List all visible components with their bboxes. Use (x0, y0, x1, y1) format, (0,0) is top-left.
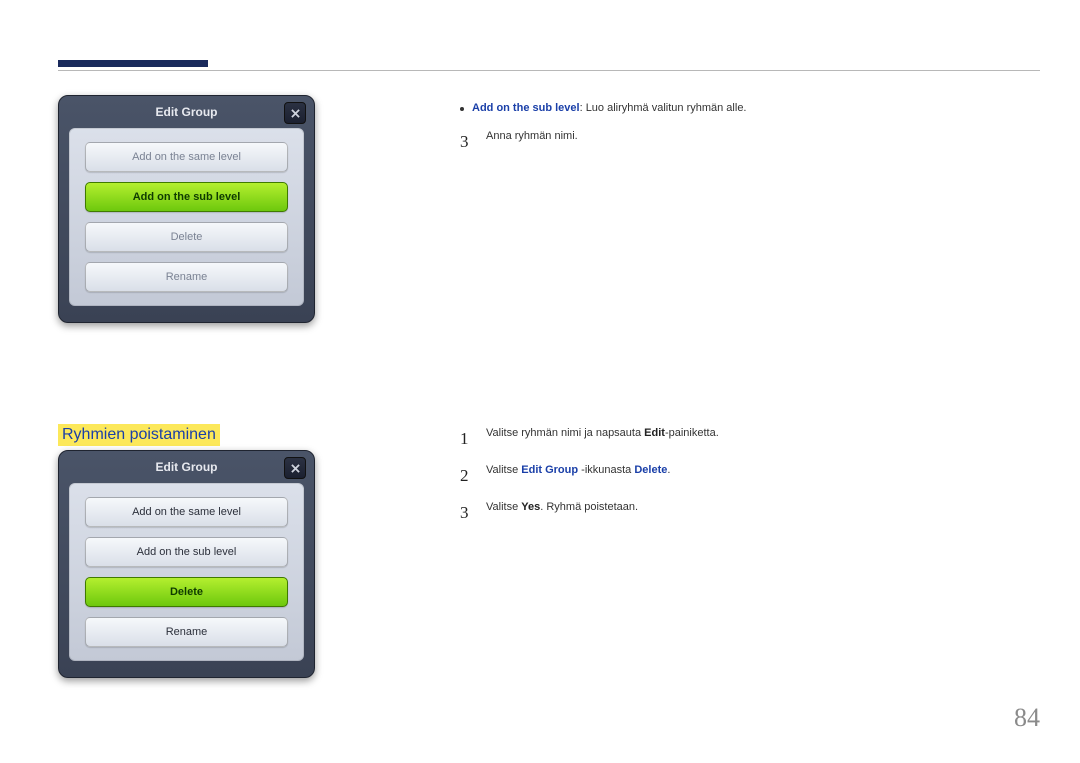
bullet-dot-icon (460, 107, 464, 111)
t: -ikkunasta (578, 464, 634, 476)
step-number: 3 (460, 499, 474, 526)
option-label: Rename (166, 626, 208, 638)
content-top: Add on the sub level: Luo aliryhmä valit… (460, 100, 1020, 165)
option-label: Delete (170, 586, 203, 598)
option-add-sub-level[interactable]: Add on the sub level (85, 182, 288, 212)
option-rename[interactable]: Rename (85, 617, 288, 647)
option-label: Add on the same level (132, 151, 241, 163)
close-icon (291, 109, 300, 118)
step-number: 3 (460, 128, 474, 155)
bullet-text: Add on the sub level: Luo aliryhmä valit… (472, 100, 747, 118)
step-row: 3 Valitse Yes. Ryhmä poistetaan. (460, 499, 1020, 526)
header-accent (58, 60, 208, 67)
section-heading: Ryhmien poistaminen (58, 424, 220, 446)
step-row: 3 Anna ryhmän nimi. (460, 128, 1020, 155)
t: . (667, 464, 670, 476)
option-rename[interactable]: Rename (85, 262, 288, 292)
option-label: Add on the sub level (137, 546, 237, 558)
t: Edit (644, 427, 665, 439)
close-button[interactable] (284, 102, 306, 124)
t: Valitse ryhmän nimi ja napsauta (486, 427, 644, 439)
option-label: Delete (171, 231, 203, 243)
step-number: 1 (460, 425, 474, 452)
close-button[interactable] (284, 457, 306, 479)
t: Valitse (486, 501, 521, 513)
option-add-sub-level[interactable]: Add on the sub level (85, 537, 288, 567)
t: Yes (521, 501, 540, 513)
dialog-header: Edit Group (59, 451, 314, 483)
dialog-body: Add on the same level Add on the sub lev… (69, 483, 304, 661)
step-text: Anna ryhmän nimi. (486, 128, 578, 146)
step-row: 1 Valitse ryhmän nimi ja napsauta Edit-p… (460, 425, 1020, 452)
t: Valitse (486, 464, 521, 476)
option-label: Rename (166, 271, 208, 283)
option-label: Add on the same level (132, 506, 241, 518)
step-text: Valitse Edit Group -ikkunasta Delete. (486, 462, 670, 480)
t: -painiketta. (665, 427, 719, 439)
t: . Ryhmä poistetaan. (540, 501, 638, 513)
step-row: 2 Valitse Edit Group -ikkunasta Delete. (460, 462, 1020, 489)
option-add-same-level[interactable]: Add on the same level (85, 497, 288, 527)
t: Delete (634, 464, 667, 476)
bullet-item: Add on the sub level: Luo aliryhmä valit… (460, 100, 1020, 118)
option-label: Add on the sub level (133, 191, 241, 203)
bullet-rest: : Luo aliryhmä valitun ryhmän alle. (580, 102, 747, 114)
header-rule (58, 70, 1040, 71)
step-text: Valitse ryhmän nimi ja napsauta Edit-pai… (486, 425, 719, 443)
close-icon (291, 464, 300, 473)
option-add-same-level[interactable]: Add on the same level (85, 142, 288, 172)
dialog-header: Edit Group (59, 96, 314, 128)
option-delete[interactable]: Delete (85, 577, 288, 607)
content-section-2: 1 Valitse ryhmän nimi ja napsauta Edit-p… (460, 425, 1020, 537)
step-text: Valitse Yes. Ryhmä poistetaan. (486, 499, 638, 517)
step-number: 2 (460, 462, 474, 489)
edit-group-dialog-1: Edit Group Add on the same level Add on … (58, 95, 315, 323)
dialog-title: Edit Group (156, 460, 218, 474)
option-delete[interactable]: Delete (85, 222, 288, 252)
t: Edit Group (521, 464, 578, 476)
edit-group-dialog-2: Edit Group Add on the same level Add on … (58, 450, 315, 678)
page-number: 84 (1014, 703, 1040, 733)
dialog-body: Add on the same level Add on the sub lev… (69, 128, 304, 306)
dialog-title: Edit Group (156, 105, 218, 119)
bullet-prefix: Add on the sub level (472, 102, 580, 114)
